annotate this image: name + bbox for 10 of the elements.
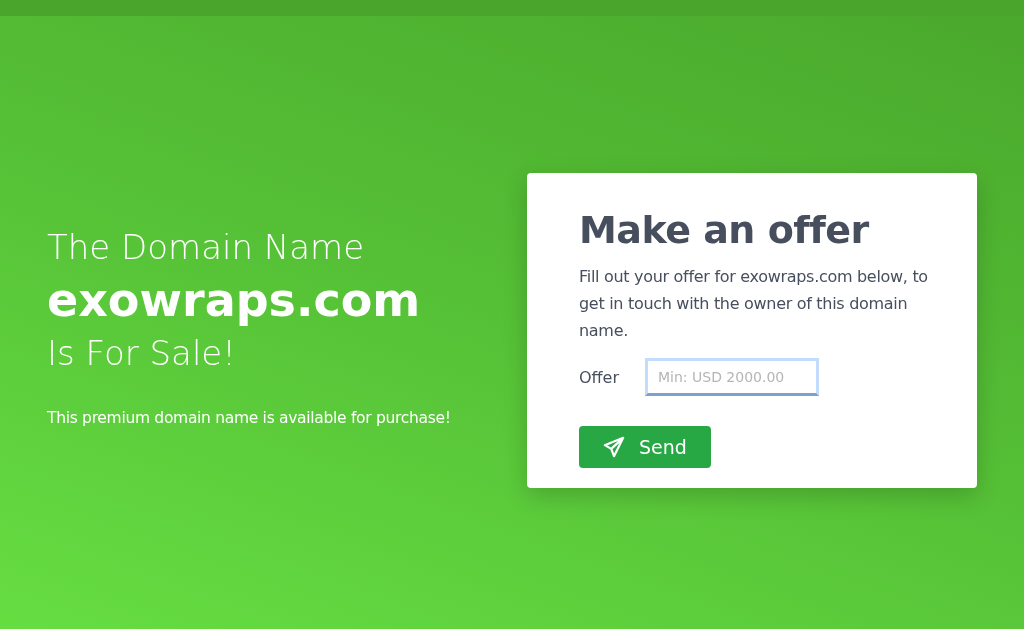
- card-title: Make an offer: [579, 207, 870, 253]
- headline-text: Is For Sale!: [47, 332, 237, 375]
- offer-input[interactable]: Min: USD 2000.00: [645, 358, 819, 396]
- headline-text: The Domain Name: [47, 226, 366, 269]
- send-button[interactable]: Send: [579, 426, 711, 468]
- domain-name: exowraps.com: [47, 273, 422, 327]
- card-description: Fill out your offer for exowraps.com below, to get in touch with the owner of this domain name.: [579, 266, 929, 342]
- field-label: Offer: [579, 367, 619, 387]
- paper-plane-icon: [603, 436, 626, 458]
- tagline: This premium domain name is available for purchase!: [47, 409, 452, 427]
